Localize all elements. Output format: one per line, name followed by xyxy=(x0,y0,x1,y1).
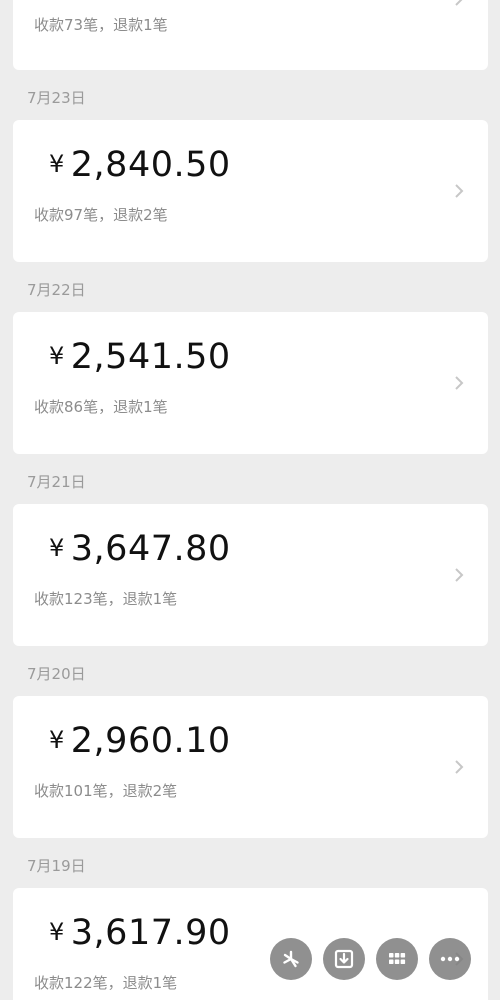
currency-symbol: ¥ xyxy=(49,342,65,370)
daily-income-list: 收款73笔，退款1笔 7月23日 ¥2,840.50 收款97笔，退款2笔 7月… xyxy=(0,0,500,1000)
more-icon xyxy=(440,956,460,962)
day-amount: ¥2,960.10 xyxy=(49,718,231,767)
day-summary: 收款86笔，退款1笔 xyxy=(34,398,168,416)
amount-value: 2,840.50 xyxy=(70,145,231,185)
chevron-right-icon xyxy=(455,568,464,582)
amount-value: 2,960.10 xyxy=(70,721,231,761)
date-header: 7月22日 xyxy=(27,281,86,299)
day-card-partial[interactable]: 收款73笔，退款1笔 xyxy=(13,0,488,70)
more-button[interactable] xyxy=(429,938,471,980)
amount-value: 3,647.80 xyxy=(70,529,231,569)
pinwheel-button[interactable] xyxy=(270,938,312,980)
day-amount: ¥2,840.50 xyxy=(49,142,231,191)
download-button[interactable] xyxy=(323,938,365,980)
currency-symbol: ¥ xyxy=(49,918,65,946)
date-header: 7月19日 xyxy=(27,857,86,875)
amount-value: 2,541.50 xyxy=(70,337,231,377)
currency-symbol: ¥ xyxy=(49,726,65,754)
grid-button[interactable] xyxy=(376,938,418,980)
date-header: 7月20日 xyxy=(27,665,86,683)
currency-symbol: ¥ xyxy=(49,534,65,562)
floating-toolbar xyxy=(270,938,471,982)
amount-value: 3,617.90 xyxy=(70,913,231,953)
chevron-right-icon xyxy=(455,184,464,198)
day-card[interactable]: ¥2,960.10 收款101笔，退款2笔 xyxy=(13,696,488,838)
day-summary: 收款101笔，退款2笔 xyxy=(34,782,178,800)
day-summary: 收款73笔，退款1笔 xyxy=(34,16,168,34)
currency-symbol: ¥ xyxy=(49,150,65,178)
day-card[interactable]: ¥3,647.80 收款123笔，退款1笔 xyxy=(13,504,488,646)
date-header: 7月23日 xyxy=(27,89,86,107)
day-summary: 收款123笔，退款1笔 xyxy=(34,590,178,608)
grid-icon xyxy=(389,953,406,964)
chevron-right-icon xyxy=(455,760,464,774)
pinwheel-icon xyxy=(283,950,299,968)
day-summary: 收款122笔，退款1笔 xyxy=(34,974,178,992)
day-summary: 收款97笔，退款2笔 xyxy=(34,206,168,224)
day-amount: ¥3,647.80 xyxy=(49,526,231,575)
date-header: 7月21日 xyxy=(27,473,86,491)
download-icon xyxy=(334,949,354,969)
chevron-right-icon xyxy=(455,376,464,390)
daily-income-screen: 收款73笔，退款1笔 7月23日 ¥2,840.50 收款97笔，退款2笔 7月… xyxy=(0,0,500,1000)
day-amount: ¥3,617.90 xyxy=(49,910,231,959)
day-card[interactable]: ¥2,541.50 收款86笔，退款1笔 xyxy=(13,312,488,454)
day-card[interactable]: ¥2,840.50 收款97笔，退款2笔 xyxy=(13,120,488,262)
chevron-right-icon xyxy=(455,0,463,6)
day-amount: ¥2,541.50 xyxy=(49,334,231,383)
